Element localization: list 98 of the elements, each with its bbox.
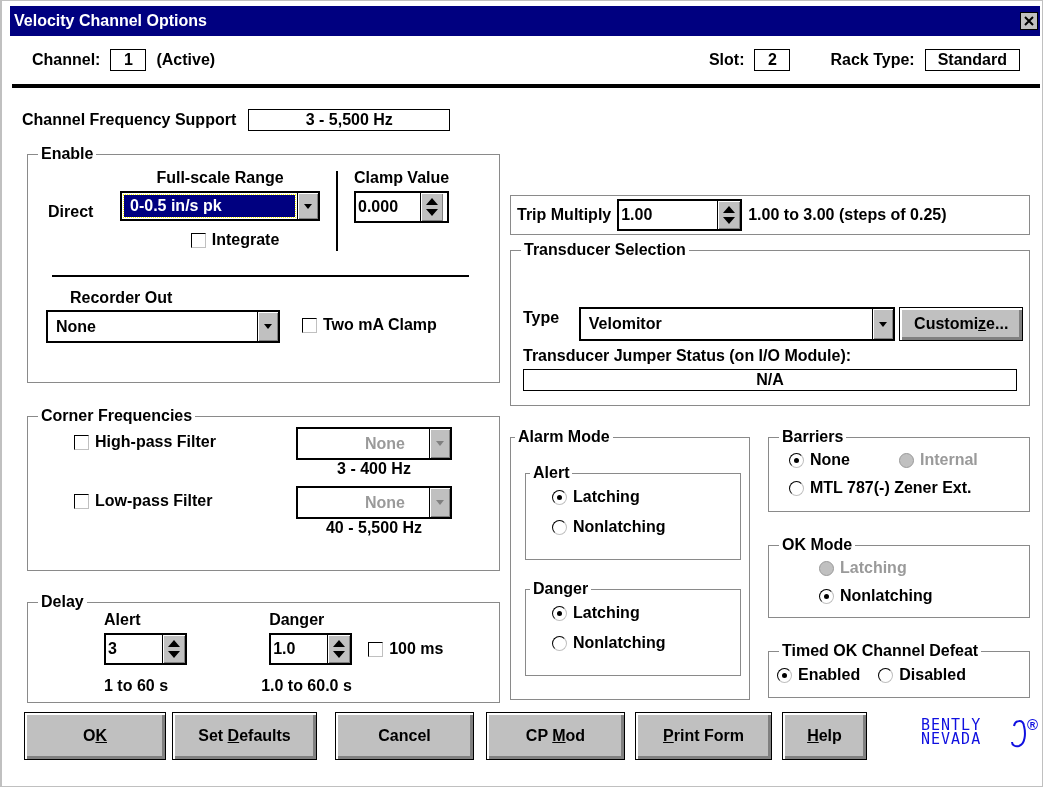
field-label: Slot: [708,51,745,69]
up-down-arrows-icon [333,639,346,659]
spin-field[interactable]: 1.00 [617,199,743,231]
radio-button[interactable] [789,452,804,468]
field-label: Channel: [32,51,101,69]
up-down-arrows-icon [723,205,736,225]
up-down-arrows-icon [426,197,438,217]
spin-field[interactable]: 0.000 [354,191,450,223]
radio-button[interactable] [819,588,834,604]
down-arrow-icon [436,500,444,505]
field-label: Danger [269,611,325,629]
field-label: Rack Type: [830,51,915,69]
radio-button[interactable] [777,667,792,683]
dropdown-arrow-button[interactable] [297,193,318,219]
group-label: Alarm Mode [517,428,611,446]
radio-label: Nonlatching [840,587,933,605]
dialog-button[interactable]: Set Defaults [172,712,317,760]
spin-button[interactable] [717,201,741,229]
field-label: Channel Frequency Support [22,111,237,129]
status-text: (Active) [156,51,216,69]
frequency-field: 3 - 5,500 Hz [248,109,451,131]
dropdown-field[interactable]: 0-0.5 in/s pk [120,191,320,221]
group-label: Corner Frequencies [40,407,194,425]
radio-label: Nonlatching [573,634,666,652]
swoosh-icon [1009,718,1027,748]
spin-button[interactable] [327,635,351,663]
group-label: Barriers [781,428,845,446]
group-label: Enable [40,145,95,163]
radio-label: Latching [573,488,640,506]
range-text: 1.00 to 3.00 (steps of 0.25) [748,206,947,224]
down-arrow-icon [879,321,888,327]
radio-label: Latching [840,559,907,577]
radio-label: MTL 787(-) Zener Ext. [810,479,972,497]
field-label: Type [523,309,561,327]
dropdown-arrow-button[interactable] [872,309,894,339]
dialog-button[interactable]: CP Mod [486,712,625,760]
down-arrow-icon [304,203,312,209]
dropdown-field[interactable]: None [46,310,280,343]
spin-field[interactable]: 1.0 [269,633,353,665]
field-label: Trip Multiply [517,206,612,224]
registered-mark: ® [1027,718,1039,732]
radio-button[interactable] [789,480,804,496]
field-label: Direct [48,203,95,221]
spin-button[interactable] [162,635,185,663]
checkbox-label: Low-pass Filter [95,492,213,510]
radio-button[interactable] [552,519,567,535]
channel-field: 1 [110,49,147,71]
checkbox[interactable] [368,641,384,657]
group-label: Delay [40,593,85,611]
window-title: Velocity Channel Options [14,12,207,30]
radio-button[interactable] [878,667,894,683]
range-text: 40 - 5,500 Hz [325,519,423,537]
field-label: Clamp Value [354,169,450,187]
range-text: 1.0 to 60.0 s [261,677,352,695]
field-label: Full-scale Range [156,169,284,187]
field-label: Recorder Out [69,289,174,307]
group-label: OK Mode [781,536,854,554]
radio-button[interactable] [552,605,567,621]
dropdown-arrow-button[interactable] [257,312,278,341]
checkbox[interactable] [190,232,206,248]
field-label: Transducer Jumper Status (on I/O Module): [523,347,853,365]
spin-button[interactable] [420,193,443,221]
checkbox-label: Two mA Clamp [323,316,437,334]
group-label: Alert [532,464,571,482]
jumper-status-field: N/A [523,369,1017,391]
radio-label: Enabled [798,666,861,684]
radio-button[interactable] [552,489,567,505]
checkbox-label: High-pass Filter [95,433,216,451]
radio-label: Latching [573,604,640,622]
radio-label: Disabled [899,666,966,684]
rack-type-field: Standard [924,49,1020,71]
field-label: Alert [104,611,141,629]
down-arrow-icon [264,324,272,329]
dialog-button[interactable]: Cancel [335,712,474,760]
spin-field[interactable]: 3 [104,633,187,665]
dropdown-field[interactable]: Velomitor [578,307,896,341]
checkbox-label: Integrate [211,231,280,249]
range-text: 1 to 60 s [104,677,169,695]
close-icon [1024,16,1034,26]
group-label: Timed OK Channel Defeat [781,642,980,660]
up-down-arrows-icon [168,639,180,659]
logo-wordmark: BENTLY NEVADA [921,718,983,746]
slot-field: 2 [754,49,791,71]
radio-label: Nonlatching [573,518,666,536]
checkbox-label: 100 ms [389,640,444,658]
radio-label: Internal [920,451,978,469]
customize-button[interactable]: Customize... [899,307,1023,341]
radio-label: None [810,451,850,469]
radio-button[interactable] [552,635,567,651]
dialog-button[interactable]: Help [782,712,867,760]
checkbox[interactable] [302,317,317,333]
range-text: 3 - 400 Hz [337,460,411,478]
group-label: Transducer Selection [523,241,687,259]
dialog-button[interactable]: OK [24,712,166,760]
down-arrow-icon [436,441,444,446]
dialog-button[interactable]: Print Form [635,712,772,760]
close-button[interactable] [1020,12,1038,30]
group-label: Danger [532,580,590,598]
